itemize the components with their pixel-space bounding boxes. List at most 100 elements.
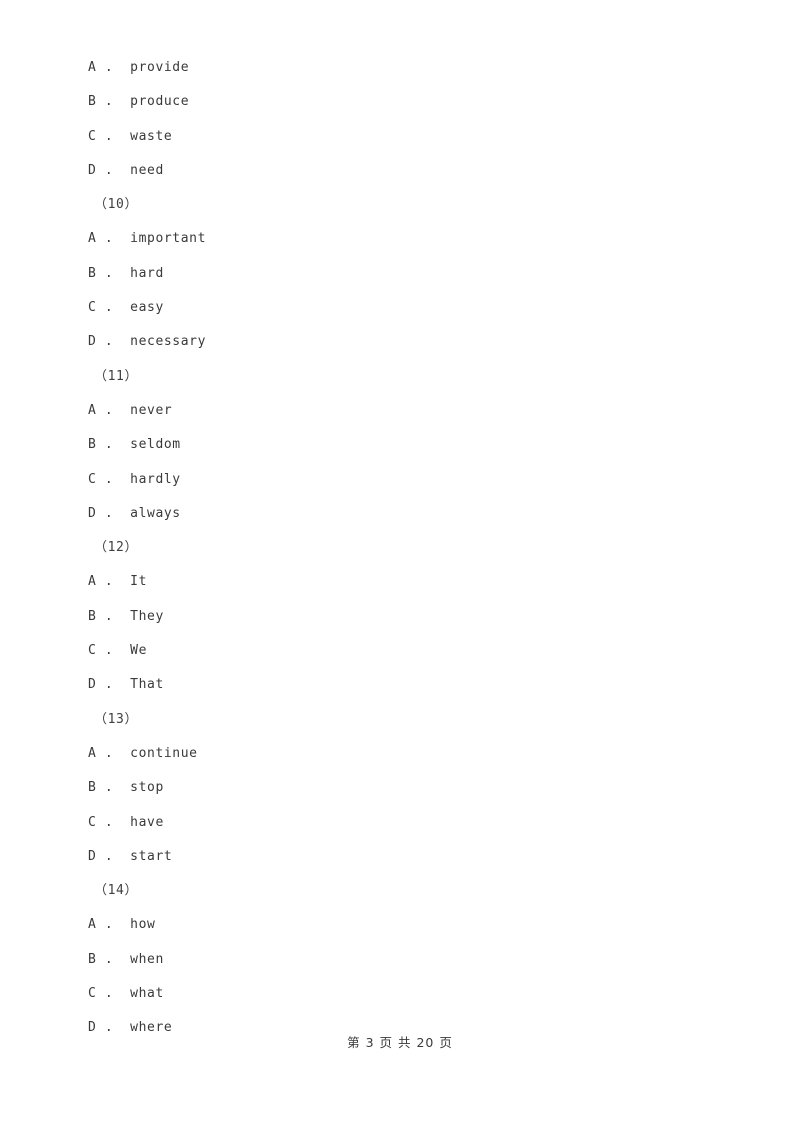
option-row[interactable]: A . provide bbox=[88, 51, 708, 85]
option-text: start bbox=[130, 848, 173, 864]
option-row[interactable]: C . have bbox=[88, 806, 708, 840]
option-row[interactable]: B . stop bbox=[88, 771, 708, 805]
option-separator bbox=[96, 986, 104, 1001]
option-separator bbox=[96, 574, 104, 589]
option-text: That bbox=[130, 677, 164, 693]
option-row[interactable]: C . easy bbox=[88, 291, 708, 325]
option-separator bbox=[96, 849, 104, 864]
option-text: important bbox=[130, 231, 207, 247]
option-separator bbox=[96, 231, 104, 246]
question-number: （11） bbox=[94, 368, 139, 384]
option-row[interactable]: A . how bbox=[88, 908, 708, 942]
option-gap bbox=[113, 334, 130, 349]
option-text: when bbox=[130, 951, 164, 967]
page-footer: 第 3 页 共 20 页 bbox=[347, 1035, 453, 1050]
option-separator bbox=[96, 780, 104, 795]
option-row[interactable]: B . seldom bbox=[88, 428, 708, 462]
option-text: never bbox=[130, 402, 173, 418]
question-number: （14） bbox=[94, 883, 139, 899]
option-gap bbox=[113, 609, 130, 624]
option-separator bbox=[96, 266, 104, 281]
option-separator bbox=[96, 917, 104, 932]
option-gap bbox=[113, 266, 130, 281]
option-text: how bbox=[130, 917, 156, 933]
option-separator bbox=[96, 129, 104, 144]
option-text: It bbox=[130, 574, 148, 590]
option-text: hard bbox=[130, 265, 164, 281]
option-text: easy bbox=[130, 300, 164, 316]
option-text: waste bbox=[130, 128, 173, 144]
option-row[interactable]: A . continue bbox=[88, 737, 708, 771]
question-number: （12） bbox=[94, 540, 139, 556]
option-gap bbox=[113, 437, 130, 452]
question-number: （13） bbox=[94, 711, 139, 727]
option-gap bbox=[113, 917, 130, 932]
option-separator bbox=[96, 437, 104, 452]
option-text: stop bbox=[130, 780, 164, 796]
option-text: provide bbox=[130, 60, 190, 75]
option-row[interactable]: B . They bbox=[88, 600, 708, 634]
option-text: We bbox=[130, 643, 148, 659]
option-text: always bbox=[130, 505, 181, 521]
document-page: A . provide B . produce C . waste D . need （… bbox=[0, 0, 800, 1132]
option-text: continue bbox=[130, 745, 198, 761]
option-separator bbox=[96, 677, 104, 692]
option-separator bbox=[96, 643, 104, 658]
option-separator bbox=[96, 506, 104, 521]
option-row[interactable]: A . important bbox=[88, 222, 708, 256]
option-separator bbox=[96, 94, 104, 109]
option-separator bbox=[96, 403, 104, 418]
question-number: （10） bbox=[94, 197, 139, 213]
option-gap bbox=[113, 643, 130, 658]
option-row[interactable]: B . produce bbox=[88, 85, 708, 119]
option-separator bbox=[96, 609, 104, 624]
option-gap bbox=[113, 815, 130, 830]
option-gap bbox=[113, 403, 130, 418]
option-row[interactable]: C . waste bbox=[88, 120, 708, 154]
option-separator bbox=[96, 163, 104, 178]
option-gap bbox=[113, 780, 130, 795]
option-row[interactable]: D . start bbox=[88, 840, 708, 874]
option-separator bbox=[96, 472, 104, 487]
option-gap bbox=[113, 300, 130, 315]
question-list: A . provide B . produce C . waste D . need （… bbox=[88, 51, 708, 1046]
option-row[interactable]: A . never bbox=[88, 394, 708, 428]
option-row[interactable]: D . necessary bbox=[88, 325, 708, 359]
option-gap bbox=[113, 849, 130, 864]
option-row[interactable]: B . hard bbox=[88, 257, 708, 291]
option-row[interactable]: D . That bbox=[88, 668, 708, 702]
option-row[interactable]: C . hardly bbox=[88, 463, 708, 497]
option-text: necessary bbox=[130, 334, 207, 350]
option-gap bbox=[113, 60, 130, 75]
option-row[interactable]: A . It bbox=[88, 565, 708, 599]
option-text: produce bbox=[130, 94, 190, 110]
option-gap bbox=[113, 986, 130, 1001]
option-separator bbox=[96, 334, 104, 349]
option-row[interactable]: D . need bbox=[88, 154, 708, 188]
option-text: hardly bbox=[130, 471, 181, 487]
option-separator bbox=[96, 815, 104, 830]
option-row[interactable]: B . when bbox=[88, 943, 708, 977]
option-separator bbox=[96, 300, 104, 315]
option-text: They bbox=[130, 608, 164, 624]
option-gap bbox=[113, 952, 130, 967]
option-gap bbox=[113, 506, 130, 521]
option-gap bbox=[113, 94, 130, 109]
option-row[interactable]: C . We bbox=[88, 634, 708, 668]
option-text: seldom bbox=[130, 437, 181, 453]
option-gap bbox=[113, 231, 130, 246]
option-gap bbox=[113, 677, 130, 692]
option-row[interactable]: C . what bbox=[88, 977, 708, 1011]
option-text: need bbox=[130, 162, 164, 178]
option-row[interactable]: D . always bbox=[88, 497, 708, 531]
option-gap bbox=[113, 746, 130, 761]
option-separator bbox=[96, 60, 104, 75]
option-text: what bbox=[130, 986, 164, 1002]
option-text: have bbox=[130, 814, 164, 830]
option-separator bbox=[96, 746, 104, 761]
option-gap bbox=[113, 574, 130, 589]
option-gap bbox=[113, 129, 130, 144]
option-separator bbox=[96, 952, 104, 967]
option-gap bbox=[113, 472, 130, 487]
option-gap bbox=[113, 163, 130, 178]
